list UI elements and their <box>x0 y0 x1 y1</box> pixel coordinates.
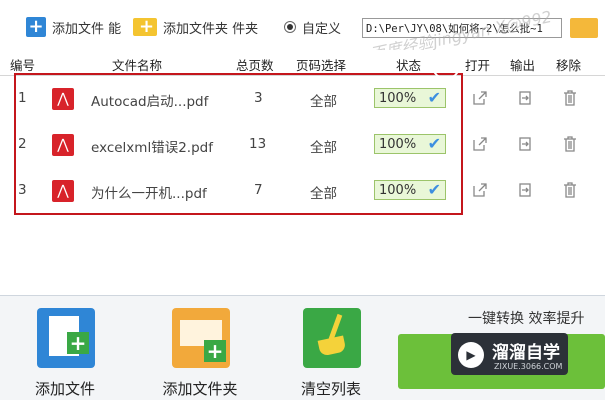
play-icon[interactable]: ▶ <box>432 52 460 80</box>
clear-list-button[interactable]: 清空列表 <box>281 304 381 400</box>
open-icon[interactable] <box>470 134 490 154</box>
folder-plus-icon <box>133 16 157 37</box>
trash-icon[interactable] <box>560 180 580 200</box>
export-icon[interactable] <box>515 134 535 154</box>
add-folder-button[interactable]: 添加文件夹 <box>150 304 250 400</box>
radio-selected-icon <box>284 21 296 33</box>
col-status-header: 状态 <box>396 58 422 73</box>
trash-icon[interactable] <box>560 88 580 108</box>
slogan-text: 一键转换 效率提升 <box>468 311 585 327</box>
custom-radio-label: 自定义 <box>302 21 342 37</box>
add-file-toolbar-label: 添加文件 能 <box>52 21 122 37</box>
add-file-button[interactable]: 添加文件 <box>15 304 115 400</box>
col-filename-header: 文件名称 <box>112 58 163 73</box>
col-open-header: 打开 <box>465 58 491 73</box>
add-folder-toolbar-label: 添加文件夹 件夹 <box>163 21 259 37</box>
export-icon[interactable] <box>515 88 535 108</box>
browse-folder-icon[interactable] <box>570 18 598 38</box>
col-pages-header: 总页数 <box>236 58 274 73</box>
brand-logo-icon: ▶ <box>458 342 484 368</box>
highlight-rectangle <box>14 73 463 215</box>
col-remove-header: 移除 <box>556 58 582 73</box>
add-file-icon <box>37 308 95 368</box>
custom-radio[interactable]: 自定义 <box>284 16 354 38</box>
export-icon[interactable] <box>515 180 535 200</box>
add-file-toolbar-button[interactable]: + 添加文件 能 <box>26 16 130 38</box>
add-folder-icon <box>172 308 230 368</box>
trash-icon[interactable] <box>560 134 580 154</box>
open-icon[interactable] <box>470 180 490 200</box>
add-folder-toolbar-button[interactable]: 添加文件夹 件夹 <box>133 16 273 38</box>
brand-url: ZIXUE.3066.COM <box>494 362 563 371</box>
add-folder-label: 添加文件夹 <box>162 380 238 398</box>
brand-name: 溜溜自学 <box>492 343 560 363</box>
col-index-header: 编号 <box>10 58 36 73</box>
clear-list-label: 清空列表 <box>300 380 361 398</box>
add-file-label: 添加文件 <box>34 380 95 398</box>
open-icon[interactable] <box>470 88 490 108</box>
plus-icon: + <box>26 17 46 37</box>
col-export-header: 输出 <box>510 58 536 73</box>
broom-icon <box>303 308 361 368</box>
col-page-select-header: 页码选择 <box>296 58 347 73</box>
